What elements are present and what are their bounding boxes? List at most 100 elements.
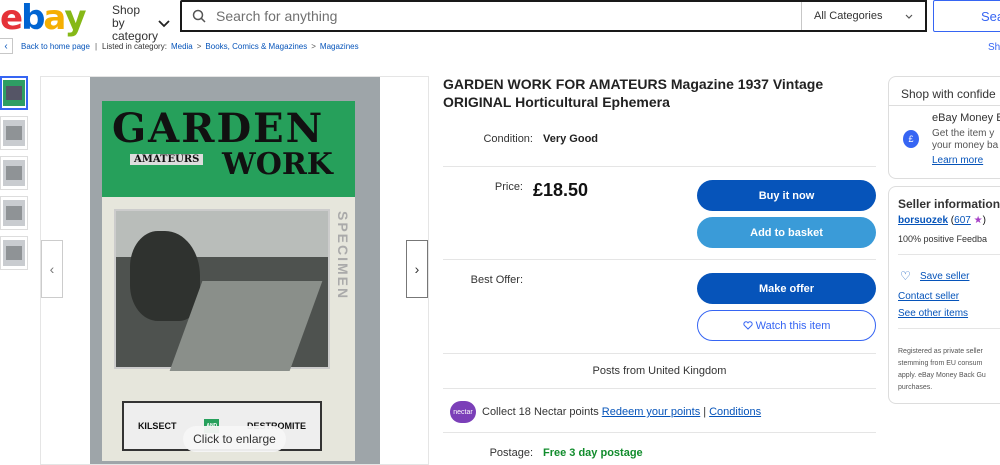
divider	[443, 388, 876, 389]
breadcrumb-separator: |	[94, 41, 98, 51]
search-button[interactable]: Sear	[933, 0, 1000, 32]
breadcrumb-chevron: >	[311, 41, 316, 51]
cover-lettering: GARDEN	[112, 105, 325, 152]
cover-lettering: KILSECT	[137, 421, 177, 431]
thumbnail[interactable]	[0, 116, 28, 150]
thumbnail-image	[3, 240, 25, 266]
learn-more-link[interactable]: Learn more	[932, 155, 983, 166]
save-seller-link[interactable]: Save seller	[920, 271, 969, 282]
heart-icon[interactable]: ♡	[900, 269, 911, 283]
seller-name-link[interactable]: borsuozek	[898, 215, 948, 226]
chevron-right-icon: ›	[414, 261, 420, 277]
redeem-points-link[interactable]: Redeem your points	[602, 406, 700, 418]
shop-with-confidence-panel: Shop with confide £ eBay Money B Get the…	[888, 76, 1000, 179]
chevron-down-icon	[905, 14, 913, 19]
private-notice-line: Registered as private seller	[898, 348, 983, 355]
back-to-home-link[interactable]: Back to home page	[21, 42, 90, 51]
chevron-left-icon: ‹	[49, 261, 55, 277]
price-label: Price:	[494, 181, 523, 193]
cover-lettering: WORK	[222, 147, 333, 182]
private-notice-line: purchases.	[898, 384, 933, 391]
listing-title: GARDEN WORK FOR AMATEURS Magazine 1937 V…	[443, 76, 824, 110]
thumbnail-image	[3, 120, 25, 146]
breadcrumb-item-books[interactable]: Books, Comics & Magazines	[205, 42, 307, 51]
private-seller-notice: Registered as private seller stemming fr…	[898, 346, 986, 394]
feedback-paren: )	[982, 215, 986, 226]
contact-seller-link[interactable]: Contact seller	[898, 291, 959, 302]
category-select[interactable]: All Categories	[801, 2, 925, 30]
search-input[interactable]	[216, 2, 801, 30]
divider	[898, 328, 1000, 329]
positive-feedback-text: 100% positive Feedba	[898, 234, 988, 244]
breadcrumb-item-media[interactable]: Media	[171, 42, 193, 51]
money-back-shield-icon: £	[903, 130, 919, 148]
breadcrumb-item-magazines[interactable]: Magazines	[320, 42, 359, 51]
breadcrumb: ‹ Back to home page | Listed in category…	[0, 38, 359, 54]
money-back-title: eBay Money B	[932, 112, 1000, 124]
seller-information-heading: Seller information	[898, 197, 1000, 211]
back-arrow-icon[interactable]: ‹	[0, 38, 13, 54]
cover-lettering: AMATEURS	[130, 154, 204, 165]
divider	[443, 432, 876, 433]
buy-it-now-button[interactable]: Buy it now	[697, 180, 876, 211]
feedback-count-link[interactable]: 607	[954, 215, 971, 226]
shop-with-confidence-heading: Shop with confide	[901, 87, 996, 101]
nectar-points-text: Collect 18 Nectar points	[482, 406, 599, 418]
money-back-desc-line: Get the item y	[932, 128, 995, 139]
ebay-logo[interactable]: ebay	[0, 0, 87, 38]
make-offer-button[interactable]: Make offer	[697, 273, 876, 304]
see-other-items-link[interactable]: See other items	[898, 308, 968, 319]
watch-item-button[interactable]: Watch this item	[697, 310, 876, 341]
logo-letter: e	[0, 0, 23, 38]
divider	[898, 254, 1000, 255]
seller-line: borsuozek (607 ★)	[898, 215, 986, 226]
star-icon: ★	[973, 215, 983, 226]
logo-letter: a	[43, 0, 66, 38]
thumbnail[interactable]	[0, 236, 28, 270]
posts-from-label: Posts from United Kingdom	[592, 365, 727, 377]
logo-letter: b	[21, 0, 45, 38]
nectar-separator: |	[703, 406, 707, 418]
money-back-desc-line: your money ba	[932, 140, 999, 151]
click-to-enlarge-button[interactable]: Click to enlarge	[183, 426, 286, 452]
main-image-gallery: GARDEN AMATEURS WORK KILSECT AND DESTROM…	[40, 76, 429, 465]
search-icon	[182, 9, 216, 23]
search-bar: All Categories	[180, 0, 927, 32]
logo-letter: y	[64, 0, 86, 38]
add-to-basket-button[interactable]: Add to basket	[697, 217, 876, 248]
divider	[443, 259, 876, 260]
best-offer-label: Best Offer:	[470, 274, 523, 286]
thumbnail[interactable]	[0, 196, 28, 230]
thumbnail[interactable]	[0, 156, 28, 190]
thumbnail-strip	[0, 76, 28, 276]
condition-value: Very Good	[543, 133, 599, 145]
nectar-logo: nectar	[450, 401, 476, 423]
private-notice-line: apply. eBay Money Back Gu	[898, 372, 986, 379]
magazine-cover-picture: GARDEN AMATEURS WORK KILSECT AND DESTROM…	[102, 101, 355, 461]
thumbnail-image	[3, 160, 25, 186]
previous-image-button[interactable]: ‹	[41, 240, 63, 298]
watch-item-label: Watch this item	[755, 319, 831, 332]
cover-watermark: SPECIMEN	[335, 211, 351, 301]
thumbnail-image	[3, 200, 25, 226]
money-back-section: £ eBay Money B Get the item y your money…	[889, 105, 1000, 178]
postage-value: Free 3 day postage	[543, 447, 643, 459]
category-select-label: All Categories	[814, 10, 883, 22]
price-value: £18.50	[533, 180, 589, 200]
main-product-image[interactable]: GARDEN AMATEURS WORK KILSECT AND DESTROM…	[90, 77, 380, 464]
condition-label: Condition:	[483, 133, 533, 145]
chevron-down-icon	[158, 19, 170, 27]
divider	[443, 353, 876, 354]
thumbnail[interactable]	[0, 76, 28, 110]
listed-in-label: Listed in category:	[102, 41, 167, 51]
share-link[interactable]: Sh	[988, 42, 1000, 53]
postage-label: Postage:	[489, 447, 533, 459]
cover-photo	[114, 209, 330, 371]
private-notice-line: stemming from EU consum	[898, 360, 983, 367]
heart-icon	[742, 321, 753, 330]
breadcrumb-chevron: >	[196, 41, 202, 51]
nectar-conditions-link[interactable]: Conditions	[709, 406, 761, 418]
seller-information-panel: Seller information borsuozek (607 ★) 100…	[888, 186, 1000, 404]
next-image-button[interactable]: ›	[406, 240, 428, 298]
thumbnail-image	[3, 80, 25, 106]
